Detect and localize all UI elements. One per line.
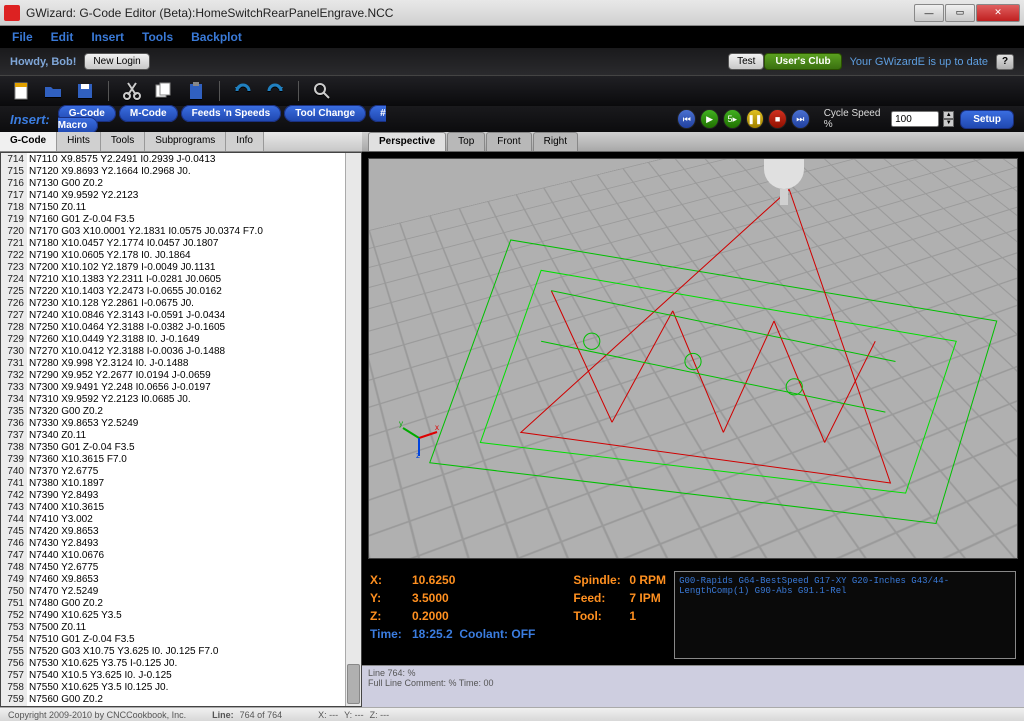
dro-feed-label: Feed: [573,589,629,607]
cut-icon[interactable] [121,80,143,102]
status-x: X: --- [318,710,338,720]
test-button[interactable]: Test [728,53,764,70]
svg-text:z: z [416,451,420,458]
search-icon[interactable] [311,80,333,102]
menu-file[interactable]: File [12,30,33,44]
cycle-speed-label: Cycle Speed % [824,108,887,130]
modal-states: G00-Rapids G64-BestSpeed G17-XY G20-Inch… [674,571,1016,659]
redo-icon[interactable] [264,80,286,102]
code-tab-g-code[interactable]: G-Code [0,132,57,151]
view-tab-perspective[interactable]: Perspective [368,132,446,151]
code-tab-tools[interactable]: Tools [101,132,145,151]
open-file-icon[interactable] [42,80,64,102]
users-club-button[interactable]: User's Club [764,53,841,70]
status-line-label: Line: [212,710,234,720]
dro-tool-label: Tool: [573,607,629,625]
comment-line1: Line 764: % [368,668,1018,678]
app-icon [4,5,20,21]
code-tab-hints[interactable]: Hints [57,132,101,151]
new-file-icon[interactable] [10,80,32,102]
rewind-button[interactable]: ⏮ [677,109,696,129]
forward-button[interactable]: ⏭ [791,109,810,129]
comment-line2: Full Line Comment: % Time: 00 [368,678,1018,688]
gcode-editor[interactable]: N7110 X9.8575 Y2.2491 I0.2939 J-0.0413N7… [27,153,345,706]
save-file-icon[interactable] [74,80,96,102]
copy-icon[interactable] [153,80,175,102]
dro-tool-value: 1 [629,609,636,623]
3d-viewport[interactable]: x y z [368,158,1018,559]
dro-z-label: Z: [370,607,412,625]
status-y: Y: --- [344,710,364,720]
menu-backplot[interactable]: Backplot [191,30,242,44]
cycle-speed-input[interactable] [891,111,939,127]
insert-pill-tool-change[interactable]: Tool Change [284,105,366,122]
svg-text:y: y [399,419,403,428]
greeting-label: Howdy, Bob! [10,56,76,68]
view-tab-top[interactable]: Top [447,132,485,151]
help-button[interactable]: ? [996,54,1014,70]
svg-text:x: x [435,423,439,432]
insert-pill-m-code[interactable]: M-Code [119,105,178,122]
view-tab-right[interactable]: Right [533,132,578,151]
stop-button[interactable]: ■ [768,109,787,129]
dro-spindle-value: 0 RPM [629,573,666,587]
dro-y-value: 3.5000 [412,591,449,605]
copyright: Copyright 2009-2010 by CNCCookbook, Inc. [8,710,186,720]
paste-icon[interactable] [185,80,207,102]
dro-time-label: Time: [370,625,412,643]
maximize-button[interactable]: ▭ [945,4,975,22]
status-line-value: 764 of 764 [240,710,283,720]
pause-button[interactable]: ❚❚ [746,109,765,129]
cycle-spinner[interactable]: ▲▼ [943,111,954,127]
close-button[interactable]: ✕ [976,4,1020,22]
play-button[interactable]: ▶ [700,109,719,129]
step5-button[interactable]: 5▸ [723,109,742,129]
menu-insert[interactable]: Insert [91,30,124,44]
undo-icon[interactable] [232,80,254,102]
minimize-button[interactable]: — [914,4,944,22]
window-title: GWizard: G-Code Editor (Beta):HomeSwitch… [26,6,914,20]
new-login-button[interactable]: New Login [84,53,149,70]
insert-pill-feeds-n-speeds[interactable]: Feeds 'n Speeds [181,105,282,122]
dro-x-value: 10.6250 [412,573,455,587]
code-tab-info[interactable]: Info [226,132,264,151]
menu-tools[interactable]: Tools [142,30,173,44]
dro-y-label: Y: [370,589,412,607]
tool-indicator [759,158,809,209]
dro-spindle-label: Spindle: [573,571,629,589]
axes-triad-icon: x y z [399,418,439,458]
setup-button[interactable]: Setup [960,110,1014,129]
insert-label: Insert: [10,112,50,127]
view-tab-front[interactable]: Front [486,132,531,151]
menu-edit[interactable]: Edit [51,30,74,44]
vertical-scrollbar[interactable] [345,153,361,706]
update-status: Your GWizardE is up to date [850,56,988,68]
dro-z-value: 0.2000 [412,609,449,623]
dro-x-label: X: [370,571,412,589]
dro-coolant-value: OFF [511,627,535,641]
status-z: Z: --- [370,710,390,720]
code-tab-subprograms[interactable]: Subprograms [145,132,226,151]
dro-coolant-label: Coolant: [459,627,508,641]
dro-feed-value: 7 IPM [629,591,660,605]
dro-time-value: 18:25.2 [412,627,453,641]
